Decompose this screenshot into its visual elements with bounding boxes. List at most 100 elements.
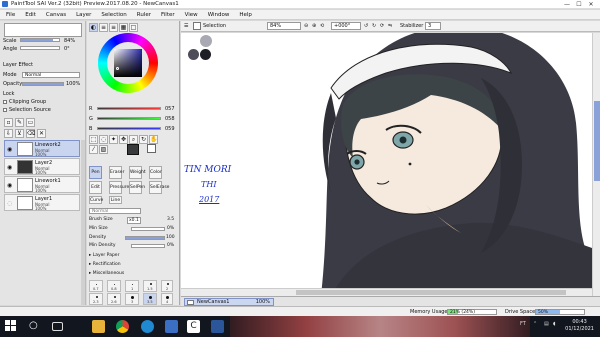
brush-size-preset[interactable]: 1.5 (143, 280, 157, 292)
lasso-tool-icon[interactable]: ◌ (99, 135, 108, 144)
tray-chevron-icon[interactable]: ⌃ (533, 321, 537, 327)
store-icon[interactable] (165, 320, 178, 333)
menu-selection[interactable]: Selection (101, 10, 126, 19)
flip-horizontal-icon[interactable]: ⇋ (388, 22, 392, 30)
rotate-reset-icon[interactable]: ⟳ (380, 22, 384, 30)
chrome-icon[interactable] (116, 320, 129, 333)
curve-tool[interactable]: Curve (89, 196, 103, 204)
stabilizer-select[interactable]: 3 (425, 22, 441, 30)
edge-icon[interactable] (141, 320, 154, 333)
visibility-eye-icon[interactable]: ◉ (7, 182, 12, 189)
pressure-tool[interactable]: Pressure (109, 181, 129, 194)
move-tool-icon[interactable]: ✥ (119, 135, 128, 144)
navigator-preview[interactable] (4, 23, 82, 37)
visibility-eye-icon[interactable]: ◉ (7, 164, 12, 171)
visibility-eye-icon[interactable]: ◌ (7, 200, 12, 207)
selection-source-checkbox[interactable] (3, 107, 7, 112)
zoom-tool-icon[interactable]: ⌕ (129, 135, 138, 144)
brush-size-preset[interactable]: 2.6 (107, 293, 121, 305)
edit-tool[interactable]: Edit (89, 181, 102, 194)
layer-item[interactable]: ◉ Linework1 Normal 100% (4, 176, 80, 193)
drawing-canvas[interactable]: TIN MORI THI 2017 (181, 33, 592, 296)
transfer-down-icon[interactable]: ⇩ (4, 129, 13, 138)
eyedropper-icon[interactable]: ⁄ (89, 145, 98, 154)
start-icon[interactable] (5, 320, 18, 333)
select-tool-icon[interactable]: ⬚ (89, 135, 98, 144)
brush-size-preset[interactable]: 0.8 (107, 280, 121, 292)
pen-tool[interactable]: Pen (89, 166, 102, 179)
red-slider[interactable] (97, 107, 161, 110)
blend-mode-select[interactable]: Normal (22, 72, 80, 78)
minimize-button[interactable]: — (561, 0, 573, 9)
layer-item[interactable]: ◉ Layer2 Normal 100% (4, 158, 80, 175)
rotate-tool-icon[interactable]: ↻ (139, 135, 148, 144)
hand-tool-icon[interactable]: ✋ (149, 135, 158, 144)
clipping-group-checkbox[interactable] (3, 99, 7, 104)
volume-icon[interactable]: ◖ (553, 321, 556, 327)
visibility-eye-icon[interactable]: ◉ (7, 146, 12, 153)
brush-size-preset[interactable]: 2 (161, 280, 173, 292)
vertical-scroll-thumb[interactable] (594, 101, 600, 181)
layer-item[interactable]: ◉ Linework2 Normal 100% (4, 140, 80, 157)
menu-help[interactable]: Help (239, 10, 252, 19)
hsv-slider-tab[interactable]: ≡ (109, 23, 118, 32)
opacity-slider[interactable] (22, 82, 64, 86)
menu-filter[interactable]: Filter (161, 10, 175, 19)
rotate-right-icon[interactable]: ↻ (372, 22, 376, 30)
canvas-vertical-scrollbar[interactable] (592, 33, 600, 296)
canvas-tab[interactable]: NewCanvas1 100% (184, 298, 274, 306)
word-icon[interactable] (211, 320, 224, 333)
menu-layer[interactable]: Layer (76, 10, 91, 19)
new-linework-icon[interactable]: ✎ (15, 118, 24, 127)
menu-window[interactable]: Window (208, 10, 230, 19)
selpen-tool[interactable]: SelPen (129, 181, 145, 194)
color-wheel-tab[interactable]: ◐ (89, 23, 98, 32)
merge-down-icon[interactable]: ⊻ (15, 129, 24, 138)
menu-file[interactable]: File (6, 10, 15, 19)
rgb-slider-tab[interactable]: ≡ (99, 23, 108, 32)
canvas-menu-icon[interactable]: ☰ (184, 22, 188, 30)
clipping-group-option[interactable]: Clipping Group (3, 99, 46, 105)
density-slider[interactable] (125, 236, 165, 240)
selection-checkbox[interactable] (193, 22, 201, 30)
miscellaneous-section[interactable]: ▸ Miscellaneous (89, 271, 124, 276)
selerase-tool[interactable]: SelErase (149, 181, 169, 194)
transparent-color-icon[interactable]: ▨ (99, 145, 108, 154)
color-wheel[interactable] (98, 33, 158, 93)
blue-slider[interactable] (97, 127, 161, 130)
min-density-slider[interactable] (131, 244, 165, 248)
menu-edit[interactable]: Edit (25, 10, 36, 19)
brush-size-preset[interactable]: 4 (161, 293, 173, 305)
scratchpad-tab[interactable]: □ (129, 23, 138, 32)
saturation-value-square[interactable] (114, 49, 142, 77)
rotation-select[interactable]: +000° (331, 22, 361, 30)
file-explorer-icon[interactable] (92, 320, 105, 333)
swatches-tab[interactable]: ▦ (119, 23, 128, 32)
layer-list-scrollbar[interactable] (81, 140, 85, 305)
green-slider[interactable] (97, 117, 161, 120)
zoom-in-icon[interactable]: ⊕ (312, 22, 316, 30)
zoom-reset-icon[interactable]: ⟲ (320, 22, 324, 30)
brush-size-preset-selected[interactable]: 3.5 (143, 293, 157, 305)
zoom-out-icon[interactable]: ⊖ (304, 22, 308, 30)
scale-slider[interactable] (20, 38, 60, 42)
eraser-tool[interactable]: Eraser (109, 166, 124, 179)
magic-wand-icon[interactable]: ✦ (109, 135, 118, 144)
menu-view[interactable]: View (185, 10, 198, 19)
brush-size-preset[interactable]: 3 (125, 293, 139, 305)
brush-size-preset[interactable]: 2.3 (89, 293, 103, 305)
system-clock[interactable]: 00:43 01/12/2021 (565, 319, 594, 333)
search-icon[interactable]: ○ (29, 320, 42, 333)
secondary-color-swatch[interactable] (147, 144, 156, 153)
delete-layer-icon[interactable]: ✕ (37, 129, 46, 138)
line-tool[interactable]: Line (109, 196, 122, 204)
angle-slider[interactable] (20, 46, 60, 50)
primary-color-swatch[interactable] (127, 144, 139, 155)
tool-blend-mode-select[interactable]: Normal (89, 208, 141, 214)
task-view-icon[interactable] (52, 322, 63, 331)
layer-paper-section[interactable]: ▸ Layer Paper (89, 253, 119, 258)
close-button[interactable]: ✕ (585, 0, 597, 9)
brush-size-preset[interactable]: 1 (125, 280, 139, 292)
brush-size-multiplier[interactable]: x0.1 (127, 217, 141, 224)
horizontal-scroll-thumb[interactable] (296, 290, 566, 295)
